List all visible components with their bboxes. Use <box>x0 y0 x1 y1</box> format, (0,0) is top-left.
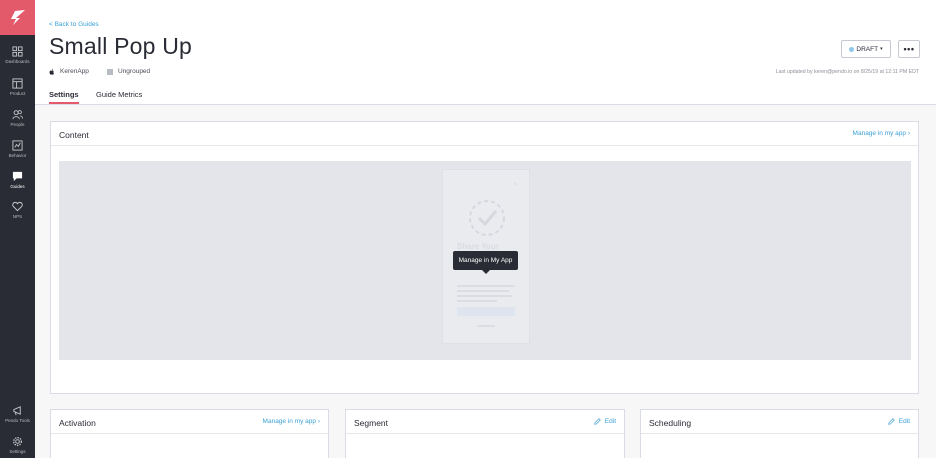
more-options-button[interactable]: ••• <box>898 40 920 58</box>
page-title: Small Pop Up <box>49 33 193 59</box>
preview-text-line <box>457 285 515 287</box>
activation-panel: Activation Manage in my app › <box>50 409 329 458</box>
sidebar-item-label: Settings <box>9 449 26 454</box>
segment-edit-link[interactable]: Edit <box>594 418 616 425</box>
last-updated-text: Last updated by keren@pendo.io on 8/25/1… <box>775 69 919 75</box>
status-label: DRAFT <box>856 45 879 53</box>
group-name: Ungrouped <box>118 68 151 75</box>
preview-text-line <box>457 295 512 297</box>
checkmark-badge-icon <box>469 200 505 236</box>
apple-icon <box>49 68 54 75</box>
sidebar-item-label: People <box>10 122 25 127</box>
pendo-logo[interactable] <box>0 0 35 35</box>
panel-divider <box>51 433 328 434</box>
nps-icon <box>12 201 23 212</box>
dashboard-icon <box>12 46 23 57</box>
guides-icon <box>12 171 23 182</box>
content-panel-title: Content <box>59 130 89 140</box>
scheduling-panel: Scheduling Edit <box>640 409 919 458</box>
scheduling-edit-link[interactable]: Edit <box>888 418 910 425</box>
gear-icon <box>13 437 22 446</box>
segment-panel: Segment Edit <box>345 409 625 458</box>
sidebar-item-guides[interactable]: Guides <box>0 170 35 198</box>
behavior-icon <box>12 140 23 151</box>
scheduling-edit-label: Edit <box>898 418 910 425</box>
sidebar-item-label: Guides <box>10 184 25 189</box>
sidebar-item-settings[interactable]: Settings <box>0 435 35 458</box>
sidebar-item-dashboards[interactable]: Dashboards <box>0 45 35 73</box>
people-icon <box>12 110 23 120</box>
segment-edit-label: Edit <box>604 418 616 425</box>
back-to-guides-link[interactable]: < Back to Guides <box>49 21 99 28</box>
pencil-icon <box>888 418 895 425</box>
content-panel: Content Manage in my app › × Share Your … <box>50 121 919 394</box>
megaphone-icon <box>13 406 21 416</box>
tab-settings[interactable]: Settings <box>49 90 79 99</box>
sidebar: Dashboards Product People Behavior Guide… <box>0 0 35 458</box>
manage-in-my-app-tooltip[interactable]: Manage in My App <box>453 251 518 274</box>
sidebar-item-people[interactable]: People <box>0 108 35 136</box>
segment-panel-title: Segment <box>354 418 389 428</box>
scheduling-panel-title: Scheduling <box>649 418 692 428</box>
app-meta: KerenApp <box>49 68 89 75</box>
close-icon: × <box>513 182 517 188</box>
panel-divider <box>641 433 918 434</box>
activation-manage-link[interactable]: Manage in my app › <box>263 418 320 425</box>
pencil-icon <box>594 418 601 425</box>
sidebar-item-product[interactable]: Product <box>0 77 35 105</box>
panel-divider <box>346 433 624 434</box>
app-name: KerenApp <box>60 68 89 75</box>
sidebar-item-label: NPS <box>12 214 23 219</box>
active-tab-indicator <box>49 102 79 104</box>
product-icon <box>12 78 23 89</box>
preview-text-line <box>477 325 495 327</box>
manage-in-my-app-link[interactable]: Manage in my app › <box>853 130 910 137</box>
sidebar-item-behavior[interactable]: Behavior <box>0 139 35 167</box>
sidebar-item-label: Dashboards <box>5 59 30 64</box>
activation-panel-title: Activation <box>59 418 96 428</box>
pendo-logo-icon <box>11 10 25 25</box>
status-dot-icon <box>849 46 855 52</box>
caret-down-icon: ▾ <box>880 46 883 52</box>
preview-text-line <box>457 300 497 302</box>
guide-preview: × Share Your Manage in My App <box>59 161 911 360</box>
group-icon <box>107 68 113 75</box>
status-dropdown-button[interactable]: DRAFT ▾ <box>841 40 891 58</box>
preview-title: Share Your <box>457 242 499 251</box>
sidebar-item-pendo-tools[interactable]: Pendo Tools <box>0 404 35 432</box>
preview-text-line <box>457 290 509 292</box>
page-header: < Back to Guides Small Pop Up KerenApp U… <box>35 0 936 105</box>
preview-button <box>457 307 515 316</box>
sidebar-item-label: Product <box>9 91 26 96</box>
sidebar-item-nps[interactable]: NPS <box>0 200 35 228</box>
sidebar-item-label: Pendo Tools <box>5 418 30 423</box>
tab-guide-metrics[interactable]: Guide Metrics <box>96 90 142 99</box>
panel-divider <box>51 145 918 146</box>
group-meta: Ungrouped <box>107 68 150 75</box>
sidebar-item-label: Behavior <box>8 153 27 158</box>
